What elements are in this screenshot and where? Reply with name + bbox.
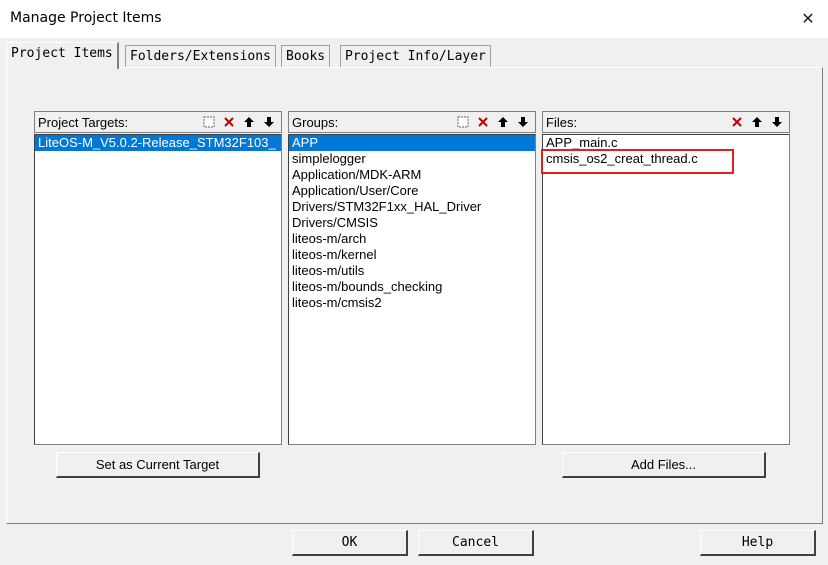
group-item[interactable]: liteos-m/utils — [289, 263, 535, 279]
group-item[interactable]: liteos-m/kernel — [289, 247, 535, 263]
move-up-icon[interactable] — [747, 113, 767, 131]
tab-folders-extensions[interactable]: Folders/Extensions — [125, 45, 276, 68]
files-label: Files: — [546, 115, 578, 130]
group-item[interactable]: liteos-m/arch — [289, 231, 535, 247]
project-targets-box: Project Targets: LiteOS-M_V5.0.2-Release… — [34, 111, 282, 445]
group-item[interactable]: liteos-m/cmsis2 — [289, 295, 535, 311]
target-item[interactable]: LiteOS-M_V5.0.2-Release_STM32F103_ — [35, 135, 281, 151]
tab-project-items[interactable]: Project Items — [6, 42, 119, 69]
groups-list[interactable]: APP simplelogger Application/MDK-ARM App… — [288, 134, 536, 445]
files-header: Files: — [542, 111, 790, 133]
move-up-icon[interactable] — [239, 113, 259, 131]
group-item[interactable]: Drivers/CMSIS — [289, 215, 535, 231]
delete-icon[interactable] — [473, 113, 493, 131]
new-item-icon[interactable] — [453, 113, 473, 131]
window-title: Manage Project Items — [10, 10, 162, 26]
group-item[interactable]: liteos-m/bounds_checking — [289, 279, 535, 295]
add-files-button[interactable]: Add Files... — [562, 452, 766, 478]
group-item[interactable]: APP — [289, 135, 535, 151]
files-list[interactable]: APP_main.c cmsis_os2_creat_thread.c — [542, 134, 790, 445]
project-targets-header: Project Targets: — [34, 111, 282, 133]
group-item[interactable]: Application/User/Core — [289, 183, 535, 199]
group-item[interactable]: Drivers/STM32F1xx_HAL_Driver — [289, 199, 535, 215]
move-down-icon[interactable] — [767, 113, 787, 131]
cancel-button[interactable]: Cancel — [418, 530, 534, 556]
tab-books[interactable]: Books — [281, 45, 331, 68]
close-icon[interactable]: ✕ — [788, 0, 828, 38]
new-item-icon[interactable] — [199, 113, 219, 131]
set-current-target-button[interactable]: Set as Current Target — [56, 452, 260, 478]
title-bar: Manage Project Items ✕ — [0, 0, 828, 38]
move-down-icon[interactable] — [513, 113, 533, 131]
groups-header: Groups: — [288, 111, 536, 133]
project-targets-label: Project Targets: — [38, 115, 129, 130]
help-button[interactable]: Help — [700, 530, 816, 556]
delete-icon[interactable] — [727, 113, 747, 131]
project-targets-list[interactable]: LiteOS-M_V5.0.2-Release_STM32F103_ — [34, 134, 282, 445]
highlight-box — [541, 149, 734, 174]
groups-box: Groups: APP simplelogger Application/MDK… — [288, 111, 536, 445]
tab-project-info-layer[interactable]: Project Info/Layer — [340, 45, 491, 68]
move-up-icon[interactable] — [493, 113, 513, 131]
group-item[interactable]: Application/MDK-ARM — [289, 167, 535, 183]
groups-label: Groups: — [292, 115, 339, 130]
delete-icon[interactable] — [219, 113, 239, 131]
group-item[interactable]: simplelogger — [289, 151, 535, 167]
ok-button[interactable]: OK — [292, 530, 408, 556]
move-down-icon[interactable] — [259, 113, 279, 131]
